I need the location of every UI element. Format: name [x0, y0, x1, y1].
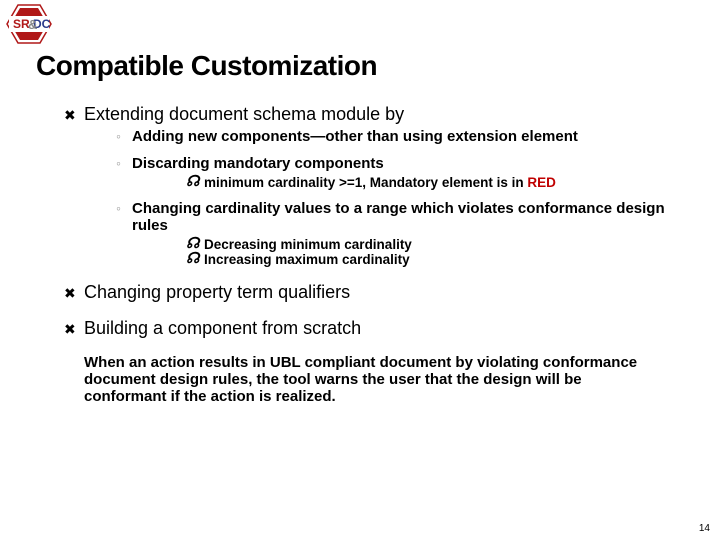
list-item: ◦ Discarding mandotary components ☊ mini… [116, 155, 684, 190]
item-text: Discarding mandotary components [132, 155, 384, 172]
bullet-icon: ◦ [116, 200, 132, 217]
bullet-icon: ✖ [64, 318, 84, 340]
page-number: 14 [699, 523, 710, 534]
list-item: ✖ Building a component from scratch [64, 318, 684, 340]
list-item: ☊ Decreasing minimum cardinality ☊ Incre… [186, 237, 684, 268]
subsub-red: RED [527, 175, 556, 190]
link-icon: ☊ [186, 237, 204, 252]
item-text: Adding new components—other than using e… [132, 128, 578, 145]
item-text: Building a component from scratch [84, 318, 361, 339]
list-item: ✖ Changing property term qualifiers [64, 282, 684, 304]
slide-body: Compatible Customization ✖ Extending doc… [0, 0, 720, 405]
summary-paragraph: When an action results in UBL compliant … [84, 354, 664, 406]
list-item: ◦ Adding new components—other than using… [116, 128, 684, 145]
subsub-prefix: minimum cardinality >=1, Mandatory eleme… [204, 175, 527, 190]
svg-text:&: & [28, 17, 37, 32]
item-text: Changing property term qualifiers [84, 282, 350, 303]
slide-title: Compatible Customization [36, 50, 684, 82]
bullet-icon: ✖ [64, 282, 84, 304]
link-icon: ☊ [186, 252, 204, 267]
bullet-icon: ◦ [116, 128, 132, 145]
logo: SR DC & [6, 4, 52, 49]
item-text: Increasing maximum cardinality [204, 252, 410, 268]
list-item: ☊ minimum cardinality >=1, Mandatory ele… [186, 175, 684, 191]
item-text: minimum cardinality >=1, Mandatory eleme… [204, 175, 556, 191]
list-item: ◦ Changing cardinality values to a range… [116, 200, 684, 268]
bullet-icon: ✖ [64, 104, 84, 126]
item-text: Extending document schema module by [84, 104, 404, 125]
list-item: ✖ Extending document schema module by ◦ … [64, 104, 684, 268]
item-text: Decreasing minimum cardinality [204, 237, 412, 253]
item-text: Changing cardinality values to a range w… [132, 200, 684, 235]
link-icon: ☊ [186, 175, 204, 190]
bullet-icon: ◦ [116, 155, 132, 172]
